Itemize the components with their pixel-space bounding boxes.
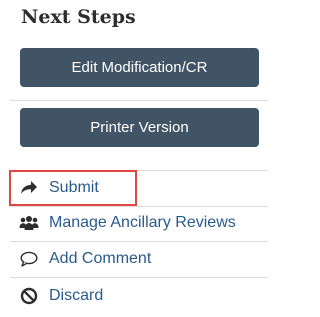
manage-ancillary-reviews-action[interactable]: Manage Ancillary Reviews [10, 206, 268, 240]
printer-version-button[interactable]: Printer Version [20, 108, 259, 147]
submit-label: Submit [49, 179, 99, 196]
add-comment-action[interactable]: Add Comment [10, 242, 268, 276]
discard-label: Discard [49, 287, 104, 304]
ban-icon [19, 287, 39, 305]
share-arrow-icon [19, 179, 39, 197]
add-comment-label: Add Comment [49, 250, 152, 267]
submit-action[interactable]: Submit [10, 171, 268, 205]
panel-heading: Next Steps [21, 6, 136, 28]
users-icon [19, 214, 39, 232]
discard-action[interactable]: Discard [10, 279, 268, 313]
divider [10, 277, 268, 278]
manage-ancillary-reviews-label: Manage Ancillary Reviews [49, 214, 236, 231]
edit-modification-button[interactable]: Edit Modification/CR [20, 48, 259, 87]
comment-icon [19, 250, 39, 268]
divider [10, 100, 268, 101]
